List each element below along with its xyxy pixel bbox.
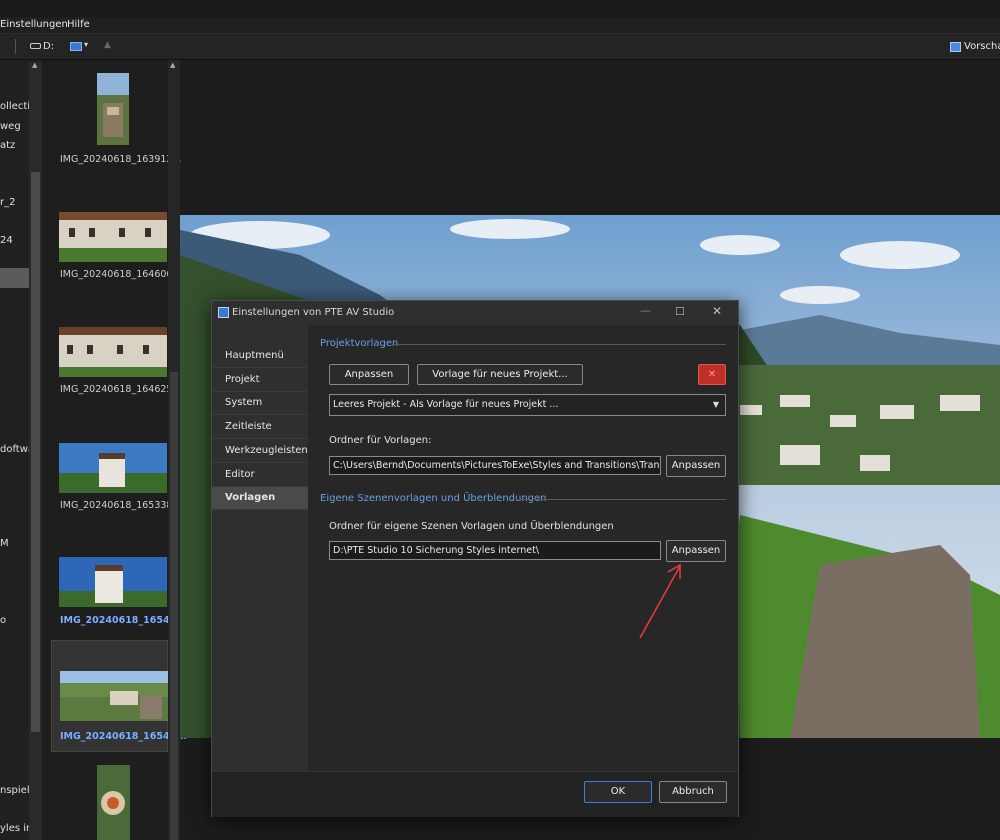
own-folder-label: Ordner für eigene Szenen Vorlagen und Üb… bbox=[329, 521, 614, 532]
thumbnail-image bbox=[59, 212, 167, 262]
settings-dialog: Einstellungen von PTE AV Studio — ☐ ✕ Ha… bbox=[211, 300, 739, 817]
customize-button[interactable]: Anpassen bbox=[329, 364, 409, 385]
thumbnail-item[interactable]: IMG_20240618_165338... bbox=[43, 440, 182, 515]
thumbnail-image bbox=[59, 443, 167, 493]
templates-folder-label: Ordner für Vorlagen: bbox=[329, 435, 432, 446]
nav-toolbars[interactable]: Werkzeugleisten bbox=[212, 440, 308, 463]
drive-icon[interactable] bbox=[30, 43, 41, 49]
app-icon bbox=[218, 307, 229, 318]
folder-item[interactable]: r_2 bbox=[0, 197, 15, 208]
dialog-title: Einstellungen von PTE AV Studio bbox=[232, 307, 395, 318]
folder-selected-row[interactable] bbox=[0, 268, 29, 288]
scroll-up-icon[interactable]: ▲ bbox=[32, 61, 37, 69]
up-arrow-icon[interactable]: ▲ bbox=[104, 40, 111, 50]
folder-item[interactable]: weg bbox=[0, 121, 21, 132]
thumbnail-panel: IMG_20240618_163912... IMG_20240618_1646… bbox=[43, 60, 187, 840]
dialog-titlebar[interactable]: Einstellungen von PTE AV Studio — ☐ ✕ bbox=[212, 301, 738, 325]
folder-item[interactable]: atz bbox=[0, 140, 15, 151]
maximize-icon[interactable]: ☐ bbox=[675, 305, 685, 318]
thumbnail-image bbox=[60, 671, 168, 721]
nav-editor[interactable]: Editor bbox=[212, 464, 308, 487]
thumbnail-image bbox=[97, 73, 129, 145]
scroll-up-icon[interactable]: ▲ bbox=[170, 61, 175, 69]
templates-folder-field[interactable]: C:\Users\Bernd\Documents\PicturesToExe\S… bbox=[329, 456, 661, 475]
thumbnail-caption: IMG_20240618_163912... bbox=[60, 154, 182, 165]
toolbar-separator bbox=[15, 39, 16, 54]
preview-label[interactable]: Vorschau bbox=[964, 41, 1000, 52]
minimize-icon[interactable]: — bbox=[640, 304, 651, 317]
thumbnail-item[interactable]: IMG_20240618_164606... bbox=[43, 210, 182, 285]
group-divider bbox=[392, 344, 726, 345]
templates-folder-button[interactable]: Anpassen bbox=[666, 455, 726, 477]
nav-label: Hauptmenü bbox=[225, 350, 284, 361]
thumbnail-image bbox=[59, 327, 167, 377]
thumbnail-item-selected[interactable]: IMG_20240618_16542... bbox=[51, 640, 187, 752]
toolbar: D: ▾ ▲ Vorschau bbox=[0, 34, 1000, 60]
thumbnail-scrollbar-thumb[interactable] bbox=[170, 372, 178, 840]
view-dropdown-icon[interactable]: ▾ bbox=[84, 40, 88, 49]
dialog-footer: OK Abbruch bbox=[212, 771, 738, 817]
nav-timeline[interactable]: Zeitleiste bbox=[212, 416, 308, 439]
nav-label: Vorlagen bbox=[225, 492, 276, 503]
nav-label: Editor bbox=[225, 469, 255, 480]
menu-settings[interactable]: Einstellungen bbox=[0, 19, 68, 30]
folder-item[interactable]: 24 bbox=[0, 235, 13, 246]
ok-button[interactable]: OK bbox=[584, 781, 652, 803]
thumbnail-caption: IMG_20240618_164606... bbox=[60, 269, 182, 280]
group-divider bbox=[519, 499, 726, 500]
nav-project[interactable]: Projekt bbox=[212, 369, 308, 392]
cancel-button[interactable]: Abbruch bbox=[659, 781, 727, 803]
view-icon[interactable] bbox=[70, 42, 82, 51]
folder-item[interactable]: M bbox=[0, 538, 9, 549]
own-folder-field[interactable]: D:\PTE Studio 10 Sicherung Styles intern… bbox=[329, 541, 661, 560]
thumbnail-item[interactable]: IMG_20240618_164625... bbox=[43, 325, 182, 400]
nav-label: System bbox=[225, 397, 263, 408]
nav-label: Zeitleiste bbox=[225, 421, 272, 432]
nav-label: Werkzeugleisten bbox=[225, 445, 308, 456]
window-titlebar bbox=[0, 0, 1000, 17]
thumbnail-caption: IMG_20240618_164625... bbox=[60, 384, 182, 395]
nav-main-menu[interactable]: Hauptmenü bbox=[212, 345, 308, 368]
nav-templates[interactable]: Vorlagen bbox=[212, 487, 308, 510]
thumbnail-item[interactable] bbox=[43, 765, 168, 840]
nav-label: Projekt bbox=[225, 374, 260, 385]
thumbnail-item[interactable]: IMG_20240618_16540... bbox=[43, 555, 187, 630]
close-icon[interactable]: ✕ bbox=[712, 304, 722, 318]
template-select[interactable]: Leeres Projekt - Als Vorlage für neues P… bbox=[329, 394, 726, 416]
thumbnail-item[interactable]: IMG_20240618_163912... bbox=[43, 70, 182, 170]
thumbnail-image bbox=[59, 557, 167, 607]
template-new-project-button[interactable]: Vorlage für neues Projekt... bbox=[417, 364, 583, 385]
dialog-nav: Hauptmenü Projekt System Zeitleiste Werk… bbox=[212, 325, 308, 771]
chevron-down-icon: ▼ bbox=[712, 400, 719, 409]
group-own-templates: Eigene Szenenvorlagen und Überblendungen bbox=[320, 493, 547, 504]
template-select-value: Leeres Projekt - Als Vorlage für neues P… bbox=[333, 399, 559, 410]
nav-system[interactable]: System bbox=[212, 392, 308, 415]
menu-help[interactable]: Hilfe bbox=[67, 19, 90, 30]
menu-bar: Einstellungen Hilfe bbox=[0, 17, 1000, 34]
drive-label[interactable]: D: bbox=[43, 41, 54, 52]
thumbnail-image bbox=[97, 765, 130, 840]
annotation-arrow-icon bbox=[639, 563, 681, 639]
thumbnail-caption: IMG_20240618_165338... bbox=[60, 500, 182, 511]
delete-icon: ✕ bbox=[707, 369, 717, 380]
folder-scrollbar-thumb[interactable] bbox=[31, 172, 40, 732]
folder-item[interactable]: o bbox=[0, 615, 6, 626]
preview-icon[interactable] bbox=[950, 42, 961, 52]
group-project-templates: Projektvorlagen bbox=[320, 338, 399, 349]
delete-template-button[interactable]: ✕ bbox=[698, 364, 726, 385]
own-folder-button[interactable]: Anpassen bbox=[666, 540, 726, 562]
